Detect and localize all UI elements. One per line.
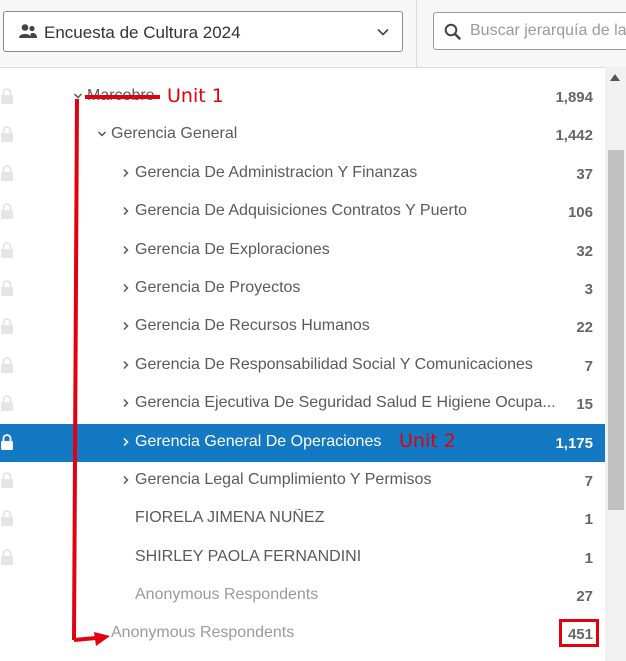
annotation-arrows — [72, 95, 160, 646]
annotation-highlight-box — [559, 619, 599, 647]
annotation-unit2: Unit 2 — [399, 430, 456, 452]
annotation-arrow-stroke — [73, 636, 97, 642]
annotation-unit1: Unit 1 — [167, 85, 224, 107]
annotation-arrowhead — [94, 632, 110, 646]
annotation-arrow-stroke — [72, 98, 79, 641]
hierarchy-panel: Encuesta de Cultura 2024 Marcobre 1,894 … — [0, 0, 626, 661]
